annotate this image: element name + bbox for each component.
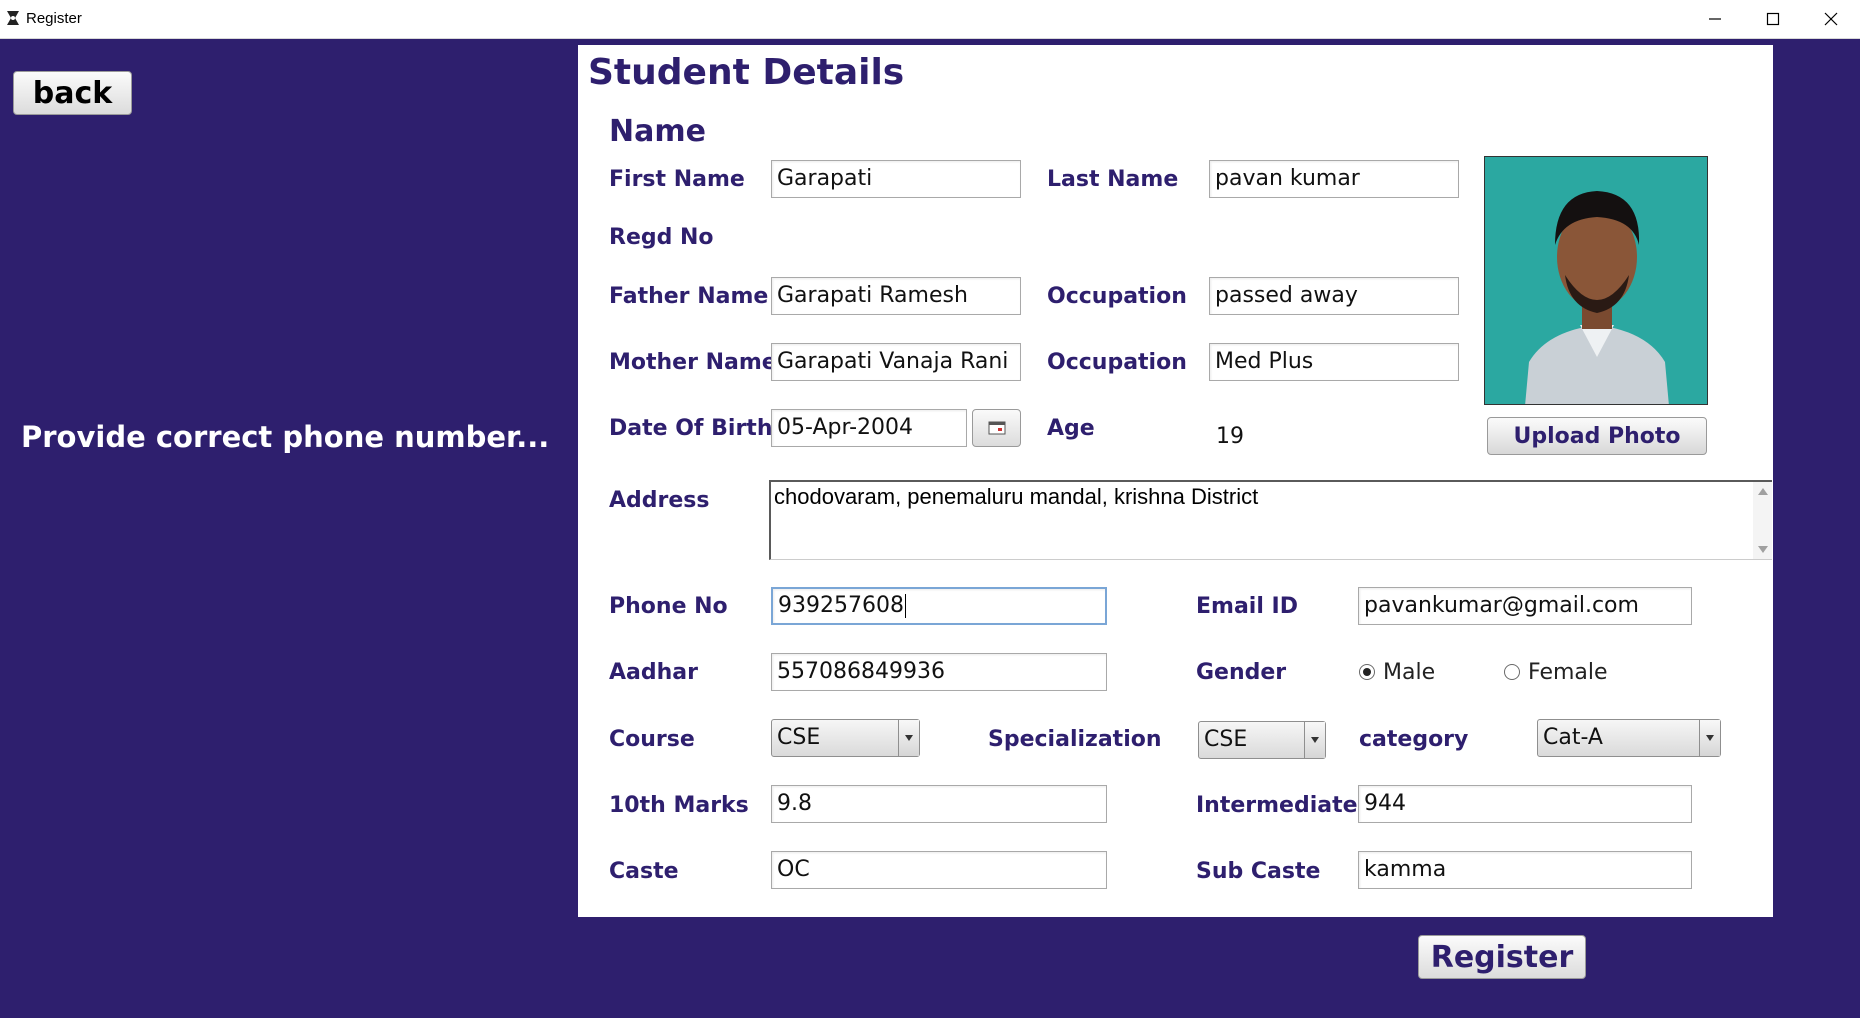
category-select[interactable]: Cat-A	[1537, 719, 1721, 757]
first-name-label: First Name	[609, 167, 745, 192]
address-scrollbar[interactable]	[1753, 482, 1772, 559]
phone-value: 939257608	[778, 593, 904, 618]
gender-male-label[interactable]: Male	[1383, 660, 1435, 685]
category-selected: Cat-A	[1543, 725, 1603, 750]
father-name-field[interactable]: Garapati Ramesh	[771, 277, 1021, 315]
aadhar-label: Aadhar	[609, 660, 698, 685]
last-name-field[interactable]: pavan kumar	[1209, 160, 1459, 198]
name-section-heading: Name	[609, 114, 706, 149]
phone-field[interactable]: 939257608	[771, 587, 1107, 625]
dob-field[interactable]: 05-Apr-2004	[771, 409, 967, 447]
tenth-marks-field[interactable]: 9.8	[771, 785, 1107, 823]
first-name-field[interactable]: Garapati	[771, 160, 1021, 198]
page-title: Student Details	[588, 52, 905, 93]
specialization-select[interactable]: CSE	[1198, 721, 1326, 759]
specialization-selected: CSE	[1204, 727, 1248, 752]
course-label: Course	[609, 727, 695, 752]
gender-male-radio[interactable]	[1359, 664, 1375, 680]
gender-female-radio[interactable]	[1504, 664, 1520, 680]
specialization-label: Specialization	[988, 727, 1162, 752]
mother-name-label: Mother Name	[609, 350, 777, 375]
close-button[interactable]	[1802, 0, 1860, 38]
window-title: Register	[26, 10, 82, 27]
age-label: Age	[1047, 416, 1095, 441]
close-icon	[1824, 12, 1838, 26]
back-button[interactable]: back	[13, 71, 132, 115]
mother-occupation-field[interactable]: Med Plus	[1209, 343, 1459, 381]
course-selected: CSE	[777, 725, 821, 750]
scroll-up-icon[interactable]	[1758, 488, 1768, 495]
mother-name-field[interactable]: Garapati Vanaja Rani	[771, 343, 1021, 381]
last-name-label: Last Name	[1047, 167, 1179, 192]
minimize-button[interactable]	[1686, 0, 1744, 38]
address-textarea[interactable]: chodovaram, penemaluru mandal, krishna D…	[769, 480, 1772, 560]
email-label: Email ID	[1196, 594, 1298, 619]
regd-no-label: Regd No	[609, 225, 714, 250]
caste-label: Caste	[609, 859, 679, 884]
upload-photo-button[interactable]: Upload Photo	[1487, 417, 1707, 455]
mother-occupation-label: Occupation	[1047, 350, 1187, 375]
intermediate-field[interactable]: 944	[1358, 785, 1692, 823]
father-occupation-field[interactable]: passed away	[1209, 277, 1459, 315]
intermediate-label: Intermediate	[1196, 793, 1358, 818]
address-text: chodovaram, penemaluru mandal, krishna D…	[774, 484, 1259, 509]
date-picker-button[interactable]	[972, 409, 1021, 447]
age-value: 19	[1216, 424, 1244, 449]
text-caret	[904, 594, 906, 618]
aadhar-field[interactable]: 557086849936	[771, 653, 1107, 691]
chevron-down-icon[interactable]	[1699, 720, 1720, 756]
scroll-down-icon[interactable]	[1758, 546, 1768, 553]
calendar-icon	[988, 421, 1005, 435]
tenth-marks-label: 10th Marks	[609, 793, 749, 818]
father-occupation-label: Occupation	[1047, 284, 1187, 309]
title-bar: Register	[0, 0, 1860, 39]
gender-female-label[interactable]: Female	[1528, 660, 1608, 685]
gender-label: Gender	[1196, 660, 1287, 685]
email-field[interactable]: pavankumar@gmail.com	[1358, 587, 1692, 625]
portrait-image	[1485, 157, 1707, 404]
sub-caste-label: Sub Caste	[1196, 859, 1321, 884]
validation-message: Provide correct phone number...	[21, 420, 550, 454]
app-icon	[7, 11, 19, 25]
course-select[interactable]: CSE	[771, 719, 920, 757]
sub-caste-field[interactable]: kamma	[1358, 851, 1692, 889]
father-name-label: Father Name	[609, 284, 769, 309]
category-label: category	[1359, 727, 1469, 752]
maximize-button[interactable]	[1744, 0, 1802, 38]
address-label: Address	[609, 488, 710, 513]
caste-field[interactable]: OC	[771, 851, 1107, 889]
dob-label: Date Of Birth	[609, 416, 773, 441]
maximize-icon	[1766, 12, 1780, 26]
phone-label: Phone No	[609, 594, 728, 619]
chevron-down-icon[interactable]	[1304, 722, 1325, 758]
register-button[interactable]: Register	[1418, 935, 1586, 979]
student-photo	[1484, 156, 1708, 405]
chevron-down-icon[interactable]	[898, 720, 919, 756]
minimize-icon	[1709, 18, 1721, 20]
